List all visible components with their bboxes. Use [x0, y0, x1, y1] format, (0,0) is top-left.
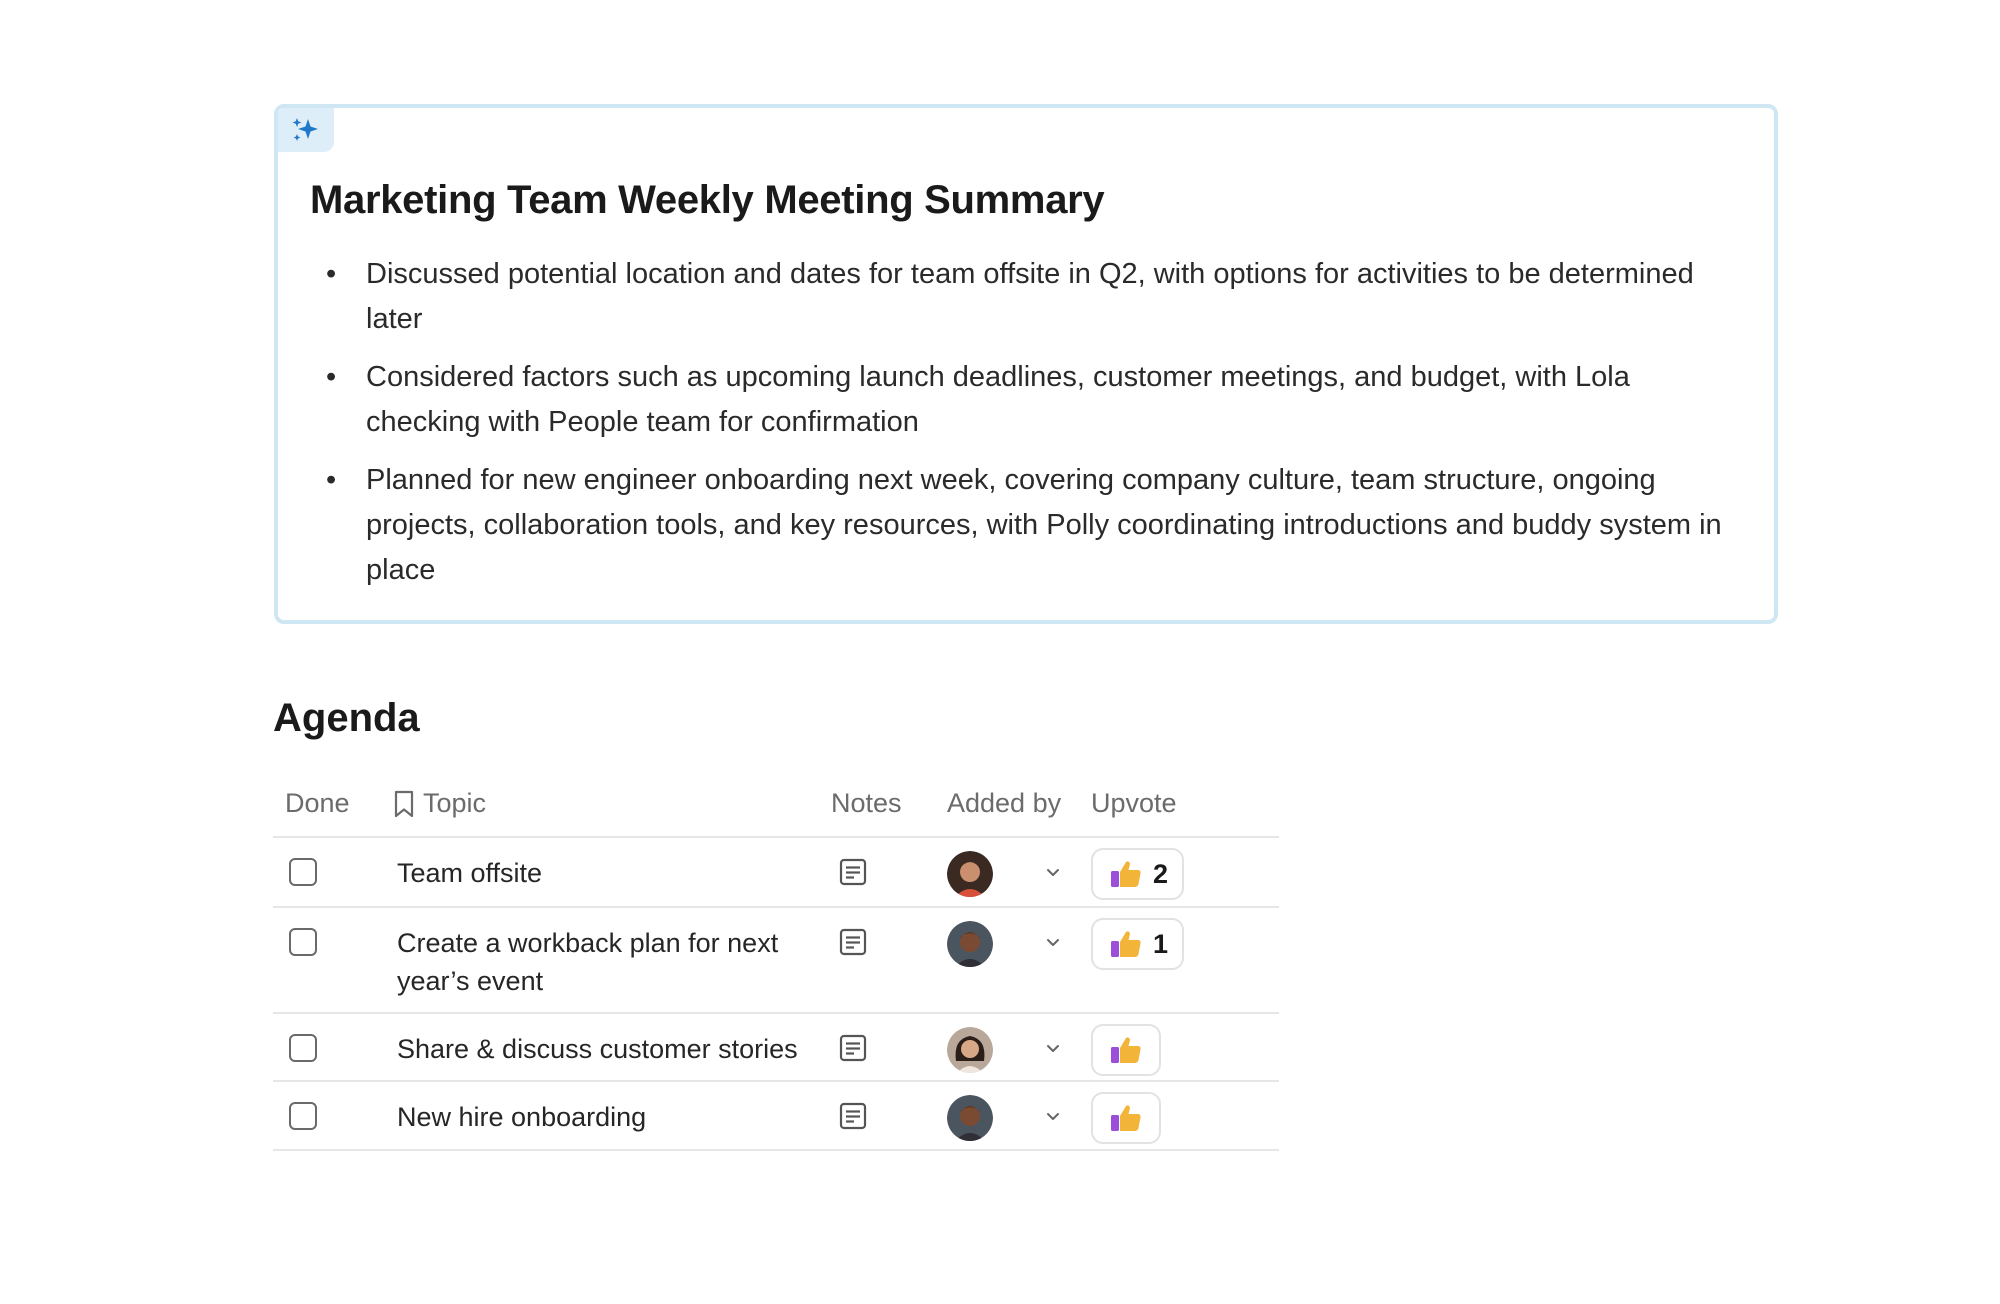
agenda-row: Create a workback plan for next year’s e…	[273, 908, 1279, 1014]
thumbs-up-icon	[1111, 861, 1141, 887]
avatar[interactable]	[947, 851, 993, 897]
bullet-dot: •	[326, 258, 337, 290]
done-checkbox[interactable]	[289, 858, 317, 886]
done-checkbox[interactable]	[289, 1034, 317, 1062]
column-header-done[interactable]: Done	[285, 788, 350, 819]
summary-bullet: • Planned for new engineer onboarding ne…	[312, 458, 1742, 593]
upvote-button[interactable]	[1091, 1024, 1161, 1076]
agenda-topic[interactable]: Create a workback plan for next year’s e…	[397, 924, 827, 1000]
column-header-topic[interactable]: Topic	[393, 788, 486, 819]
upvote-button[interactable]	[1091, 1092, 1161, 1144]
chevron-down-icon[interactable]	[1043, 1106, 1063, 1126]
avatar[interactable]	[947, 1027, 993, 1073]
bullet-dot: •	[326, 464, 337, 496]
summary-bullet-text: Discussed potential location and dates f…	[366, 258, 1694, 335]
column-header-notes[interactable]: Notes	[831, 788, 902, 819]
agenda-table-header: Done Topic Notes Added by Upvote	[273, 780, 1279, 838]
summary-bullet-text: Planned for new engineer onboarding next…	[366, 464, 1722, 586]
column-header-topic-label: Topic	[423, 788, 487, 818]
summary-title: Marketing Team Weekly Meeting Summary	[310, 178, 1105, 222]
agenda-row: Team offsite 2	[273, 838, 1279, 908]
agenda-table: Done Topic Notes Added by Upvote Team of…	[273, 780, 1279, 1151]
column-header-upvote[interactable]: Upvote	[1091, 788, 1177, 819]
meeting-summary-card: Marketing Team Weekly Meeting Summary • …	[274, 104, 1778, 624]
notes-icon[interactable]	[838, 1033, 868, 1063]
chevron-down-icon[interactable]	[1043, 862, 1063, 882]
bullet-dot: •	[326, 361, 337, 393]
agenda-heading: Agenda	[273, 696, 420, 740]
summary-bullet: • Discussed potential location and dates…	[312, 252, 1742, 342]
agenda-row: Share & discuss customer stories	[273, 1014, 1279, 1082]
upvote-button[interactable]: 2	[1091, 848, 1185, 900]
sparkles-icon	[292, 118, 318, 141]
summary-bullet-text: Considered factors such as upcoming laun…	[366, 361, 1630, 438]
chevron-down-icon[interactable]	[1043, 1038, 1063, 1058]
agenda-topic[interactable]: New hire onboarding	[397, 1098, 827, 1136]
ai-summary-badge	[278, 108, 334, 152]
thumbs-up-icon	[1111, 1037, 1141, 1063]
done-checkbox[interactable]	[289, 928, 317, 956]
thumbs-up-icon	[1111, 931, 1141, 957]
agenda-topic[interactable]: Team offsite	[397, 854, 827, 892]
chevron-down-icon[interactable]	[1043, 932, 1063, 952]
avatar[interactable]	[947, 1095, 993, 1141]
avatar[interactable]	[947, 921, 993, 967]
bookmark-icon	[394, 790, 414, 817]
notes-icon[interactable]	[838, 1101, 868, 1131]
agenda-row: New hire onboarding	[273, 1082, 1279, 1151]
upvote-button[interactable]: 1	[1091, 918, 1185, 970]
upvote-count: 1	[1153, 928, 1169, 959]
notes-icon[interactable]	[838, 857, 868, 887]
summary-bullet: • Considered factors such as upcoming la…	[312, 355, 1742, 445]
column-header-added-by[interactable]: Added by	[947, 788, 1061, 819]
agenda-topic[interactable]: Share & discuss customer stories	[397, 1030, 827, 1068]
done-checkbox[interactable]	[289, 1102, 317, 1130]
upvote-count: 2	[1153, 858, 1169, 889]
thumbs-up-icon	[1111, 1105, 1141, 1131]
summary-bullet-list: • Discussed potential location and dates…	[312, 252, 1742, 606]
notes-icon[interactable]	[838, 927, 868, 957]
